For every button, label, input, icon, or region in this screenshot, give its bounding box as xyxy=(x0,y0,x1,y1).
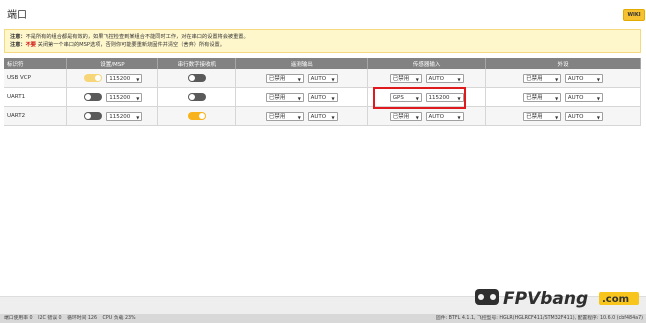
status-i2c-errors: I2C 错误 0 xyxy=(38,316,62,321)
peripheral-cell: 已禁用 ▼ AUTO ▼ xyxy=(485,87,641,107)
col-peripheral: 外设 xyxy=(485,58,641,69)
col-sensor: 传感器输入 xyxy=(367,58,487,69)
rx-cell xyxy=(157,69,237,88)
peripheral-select[interactable]: 已禁用 ▼ xyxy=(523,92,562,102)
notes-box: 注意：不是所有的组合都是有效的，如果飞控检查到某组合不能同时工作，对在串口的设置… xyxy=(4,29,641,53)
telemetry-baud-select[interactable]: AUTO ▼ xyxy=(307,111,338,121)
msp-cell: 115200 ▼ xyxy=(66,87,159,107)
msp-cell: 115200 ▼ xyxy=(66,69,159,88)
status-cpu-load: CPU 负载 23% xyxy=(102,316,136,321)
table-row: UART1 115200 ▼ 已禁用 ▼ AUTO ▼ GPS ▼ 115200 ▼ 已禁… xyxy=(4,87,641,107)
col-msp: 设置/MSP xyxy=(66,58,159,69)
table-row: USB VCP 115200 ▼ 已禁用 ▼ AUTO ▼ 已禁用 ▼ AUTO ▼ 已禁… xyxy=(4,69,641,88)
sensor-baud-select[interactable]: AUTO ▼ xyxy=(425,111,464,121)
note-line-2: 注意：不要 关闭第一个串口的MSP选项，否则你可能要重新烧固件并清空（舍弃）所有… xyxy=(10,42,225,48)
status-cycle-time: 循环时间 126 xyxy=(67,316,98,321)
col-serial-rx: 串行数字接收机 xyxy=(157,58,237,69)
peripheral-baud-select[interactable]: AUTO ▼ xyxy=(564,92,603,102)
status-firmware: 固件: BTFL 4.1.1, 飞控型号: HGLR(HGLRCF411/STM… xyxy=(435,316,643,321)
msp-cell: 115200 ▼ xyxy=(66,106,159,126)
highlight-box xyxy=(373,87,466,109)
telemetry-select[interactable]: 已禁用 ▼ xyxy=(265,111,304,121)
port-id: UART2 xyxy=(4,106,68,126)
msp-toggle[interactable] xyxy=(83,112,102,120)
sensor-cell: 已禁用 ▼ AUTO ▼ xyxy=(367,106,487,126)
telemetry-select[interactable]: 已禁用 ▼ xyxy=(265,73,304,83)
msp-baud-select[interactable]: 115200 ▼ xyxy=(106,92,143,102)
telemetry-cell: 已禁用 ▼ AUTO ▼ xyxy=(235,69,369,88)
msp-toggle[interactable] xyxy=(83,93,102,101)
telemetry-baud-select[interactable]: AUTO ▼ xyxy=(307,92,338,102)
sensor-baud-select[interactable]: AUTO ▼ xyxy=(425,73,464,83)
sensor-select[interactable]: 已禁用 ▼ xyxy=(389,111,422,121)
table-header-row: 标识符 设置/MSP 串行数字接收机 遥测输出 传感器输入 外设 xyxy=(4,58,641,69)
status-port-usage: 端口使用率 0 xyxy=(4,316,33,321)
peripheral-select[interactable]: 已禁用 ▼ xyxy=(523,73,562,83)
col-identifier: 标识符 xyxy=(4,58,68,69)
fpvbang-logo: FPVbang .com xyxy=(475,289,639,309)
table-row: UART2 115200 ▼ 已禁用 ▼ AUTO ▼ 已禁用 ▼ AUTO ▼ 已禁用 ▼… xyxy=(4,106,641,126)
port-id: USB VCP xyxy=(4,69,68,88)
peripheral-baud-select[interactable]: AUTO ▼ xyxy=(564,73,603,83)
serial-rx-toggle[interactable] xyxy=(187,93,206,101)
msp-toggle[interactable] xyxy=(83,74,102,82)
sensor-cell: 已禁用 ▼ AUTO ▼ xyxy=(367,69,487,88)
telemetry-baud-select[interactable]: AUTO ▼ xyxy=(307,73,338,83)
page-title: 端口 xyxy=(7,10,27,21)
telemetry-select[interactable]: 已禁用 ▼ xyxy=(265,92,304,102)
port-id: UART1 xyxy=(4,87,68,107)
status-bar: 端口使用率 0 I2C 错误 0 循环时间 126 CPU 负载 23% 固件:… xyxy=(0,314,646,323)
msp-baud-select[interactable]: 115200 ▼ xyxy=(106,111,143,121)
serial-rx-toggle[interactable] xyxy=(187,74,206,82)
ports-table: 标识符 设置/MSP 串行数字接收机 遥测输出 传感器输入 外设 USB VCP… xyxy=(4,58,641,126)
peripheral-baud-select[interactable]: AUTO ▼ xyxy=(564,111,603,121)
wiki-button[interactable]: WIKI xyxy=(623,9,645,21)
rx-cell xyxy=(157,106,237,126)
sensor-select[interactable]: 已禁用 ▼ xyxy=(389,73,422,83)
peripheral-cell: 已禁用 ▼ AUTO ▼ xyxy=(485,69,641,88)
msp-baud-select[interactable]: 115200 ▼ xyxy=(106,73,143,83)
rx-cell xyxy=(157,87,237,107)
logo-suffix: .com xyxy=(602,294,629,305)
serial-rx-toggle[interactable] xyxy=(187,112,206,120)
col-telemetry: 遥测输出 xyxy=(235,58,369,69)
telemetry-cell: 已禁用 ▼ AUTO ▼ xyxy=(235,87,369,107)
telemetry-cell: 已禁用 ▼ AUTO ▼ xyxy=(235,106,369,126)
peripheral-select[interactable]: 已禁用 ▼ xyxy=(523,111,562,121)
peripheral-cell: 已禁用 ▼ AUTO ▼ xyxy=(485,106,641,126)
note-line-1: 注意：不是所有的组合都是有效的，如果飞控检查到某组合不能同时工作，对在串口的设置… xyxy=(10,34,249,40)
logo-text: FPVbang xyxy=(503,289,588,309)
